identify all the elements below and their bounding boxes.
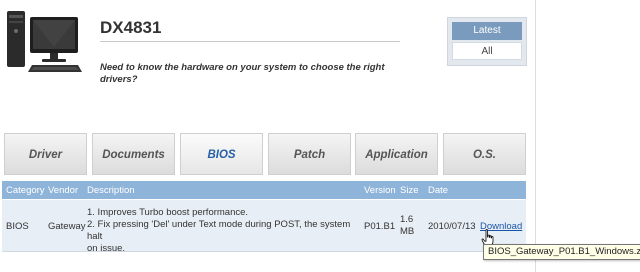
tab-documents[interactable]: Documents xyxy=(92,133,175,175)
tab-driver[interactable]: Driver xyxy=(4,133,87,175)
row-version: P01.B1 xyxy=(364,221,396,232)
page-canvas: DX4831 Need to know the hardware on your… xyxy=(0,0,535,272)
category-tabs: Driver Documents BIOS Patch Application … xyxy=(0,133,535,177)
title-divider xyxy=(100,41,400,42)
row-size: 1.6 MB xyxy=(400,214,414,238)
tab-patch[interactable]: Patch xyxy=(268,133,351,175)
column-header-size: Size xyxy=(400,185,419,196)
size-value: 1.6 xyxy=(400,214,414,225)
download-tooltip: BIOS_Gateway_P01.B1_Windows.zip xyxy=(483,244,640,260)
row-vendor: Gateway xyxy=(48,221,86,232)
table-row: BIOS Gateway 1. Improves Turbo boost per… xyxy=(2,200,526,255)
column-header-vendor: Vendor xyxy=(48,185,79,196)
hardware-help-text: Need to know the hardware on your system… xyxy=(100,62,385,85)
all-filter-button[interactable]: All xyxy=(452,42,522,60)
column-header-category: Category xyxy=(6,185,45,196)
tab-os[interactable]: O.S. xyxy=(443,133,526,175)
table-header: Category Vendor Description Version Size… xyxy=(2,181,526,199)
row-description: 1. Improves Turbo boost performance. 2. … xyxy=(87,207,362,255)
size-unit: MB xyxy=(400,226,415,237)
tab-bios[interactable]: BIOS xyxy=(180,133,263,175)
column-header-version: Version xyxy=(364,185,396,196)
page-title: DX4831 xyxy=(100,18,162,37)
page-margin xyxy=(535,0,640,272)
description-line: 1. Improves Turbo boost performance. xyxy=(87,207,249,218)
version-filter: Latest All xyxy=(447,17,527,66)
row-category: BIOS xyxy=(6,221,29,232)
desktop-computer-icon xyxy=(7,11,82,72)
row-date: 2010/07/13 xyxy=(428,221,476,232)
latest-filter-button[interactable]: Latest xyxy=(452,22,522,40)
description-line: on issue. xyxy=(87,243,126,254)
column-header-date: Date xyxy=(428,185,449,196)
column-header-description: Description xyxy=(87,185,135,196)
description-line: 2. Fix pressing 'Del' under Text mode du… xyxy=(87,219,351,242)
tab-application[interactable]: Application xyxy=(355,133,438,175)
